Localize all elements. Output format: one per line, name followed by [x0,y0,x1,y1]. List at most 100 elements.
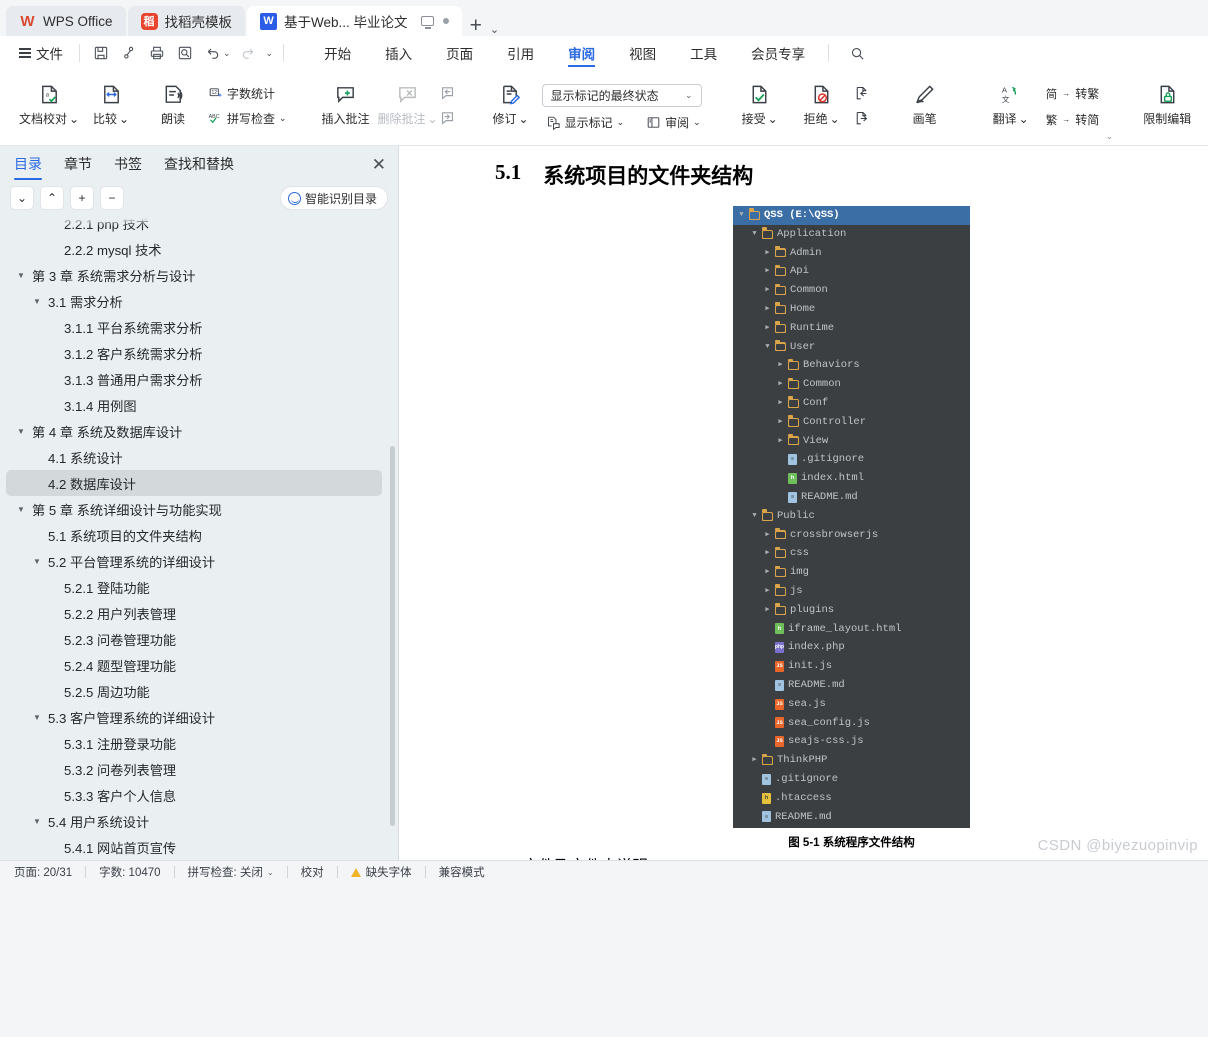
ribbon-tab-member[interactable]: 会员专享 [734,37,822,69]
toc-item[interactable]: ▼3.1.3 普通用户需求分析 [6,366,382,392]
nav-tab-chapters[interactable]: 章节 [64,154,92,180]
dialog-launcher-icon[interactable]: ⌄ [1106,131,1114,142]
toc-item[interactable]: ▼5.2.2 用户列表管理 [6,600,382,626]
toc-item[interactable]: ▼5.3 客户管理系统的详细设计 [6,704,382,730]
customize-qat-icon[interactable]: ⌄ [266,48,274,59]
pen-button[interactable]: 画笔 [894,77,956,127]
smart-recognize-toc-button[interactable]: 智能识别目录 [280,186,388,210]
toc-item-list[interactable]: ▼2.2.1 pnp 技术▼2.2.2 mysql 技术▼第 3 章 系统需求分… [0,218,398,860]
status-page-number[interactable]: 页面: 20/31 [14,864,72,880]
file-tree-row: ▶Controller [733,413,970,432]
toc-item[interactable]: ▼4.1 系统设计 [6,444,382,470]
status-spellcheck[interactable]: 拼写检查: 关闭 [188,864,263,880]
word-count-button[interactable]: 12 字数统计 [204,83,291,104]
collapse-up-button[interactable]: ⌃ [40,186,64,210]
toc-scrollbar-thumb[interactable] [390,446,395,826]
previous-change-icon[interactable] [853,85,870,107]
tab-docer-template[interactable]: 稻 找稻壳模板 [128,6,246,36]
toc-expand-triangle-icon[interactable]: ▼ [30,817,44,826]
toc-item[interactable]: ▼3.1.4 用例图 [6,392,382,418]
tab-wps-office[interactable]: W WPS Office [6,6,126,36]
ribbon-tab-insert[interactable]: 插入 [368,37,429,69]
tab-document-active[interactable]: W 基于Web... 毕业论文 [247,6,462,36]
new-tab-button[interactable]: + [464,15,488,36]
toc-item[interactable]: ▼5.2.1 登陆功能 [6,574,382,600]
file-menu-button[interactable]: 文件 [10,43,72,63]
translate-button[interactable]: A文 翻译⌄ [980,77,1042,127]
accept-change-button[interactable]: 接受⌄ [729,77,791,127]
toc-expand-triangle-icon[interactable]: ▼ [14,505,28,514]
reviewing-pane-button[interactable]: 审阅 ⌄ [642,112,705,133]
previous-comment-icon[interactable] [439,85,456,107]
ribbon-tab-start[interactable]: 开始 [307,37,368,69]
toc-item[interactable]: ▼第 4 章 系统及数据库设计 [6,418,382,444]
increase-level-button[interactable]: + [70,186,94,210]
track-changes-button[interactable]: 修订⌄ [480,77,542,127]
print-icon[interactable] [143,41,171,65]
traditional-to-simplified-button[interactable]: 繁 → 转简 [1042,109,1104,130]
nav-tab-contents[interactable]: 目录 [14,154,42,180]
toc-item[interactable]: ▼5.3.3 客户个人信息 [6,782,382,808]
toc-expand-triangle-icon[interactable]: ▼ [14,427,28,436]
toc-item[interactable]: ▼3.1.1 平台系统需求分析 [6,314,382,340]
redo-icon[interactable] [234,41,262,65]
ribbon-tab-review[interactable]: 审阅 [551,37,612,69]
toc-indent-spacer: ▼ [46,401,60,410]
markup-display-select[interactable]: 显示标记的最终状态 ⌄ [542,84,702,107]
toc-item[interactable]: ▼5.2.3 问卷管理功能 [6,626,382,652]
save-icon[interactable] [87,41,115,65]
simplified-to-traditional-button[interactable]: 简 → 转繁 [1042,83,1104,104]
decrease-level-button[interactable]: − [100,186,124,210]
ribbon-tab-tools[interactable]: 工具 [673,37,734,69]
document-canvas[interactable]: 5.1 系统项目的文件夹结构 ▼QSS (E:\QSS)▼Application… [398,146,1208,860]
ribbon-tab-page[interactable]: 页面 [429,37,490,69]
toc-item[interactable]: ▼2.2.2 mysql 技术 [6,236,382,262]
toc-item[interactable]: ▼3.1 需求分析 [6,288,382,314]
present-mode-icon[interactable] [421,16,434,26]
toc-expand-triangle-icon[interactable]: ▼ [30,297,44,306]
toc-item[interactable]: ▼5.4.1 网站首页宣传 [6,834,382,860]
restrict-editing-button[interactable]: 限制编辑 [1133,77,1201,127]
compare-button[interactable]: 比较⌄ [80,77,142,127]
print-preview-icon[interactable] [171,41,199,65]
toc-item[interactable]: ▼4.2 数据库设计 [6,470,382,496]
toc-expand-triangle-icon[interactable]: ▼ [30,713,44,722]
status-word-count[interactable]: 字数: 10470 [99,864,160,880]
next-change-icon[interactable] [853,110,870,132]
status-missing-font[interactable]: 缺失字体 [366,864,412,880]
share-icon[interactable] [115,41,143,65]
undo-caret-icon[interactable]: ⌄ [223,48,231,59]
toc-item[interactable]: ▼5.1 系统项目的文件夹结构 [6,522,382,548]
insert-comment-button[interactable]: 插入批注 [315,77,377,127]
toc-item[interactable]: ▼5.2 平台管理系统的详细设计 [6,548,382,574]
document-permission-button[interactable]: 文档权限 [1201,77,1208,127]
nav-tab-bookmarks[interactable]: 书签 [114,154,142,180]
toc-expand-triangle-icon[interactable]: ▼ [14,271,28,280]
ribbon-tab-view[interactable]: 视图 [612,37,673,69]
toc-item[interactable]: ▼5.3.1 注册登录功能 [6,730,382,756]
status-proofread[interactable]: 校对 [301,864,324,880]
toc-expand-triangle-icon[interactable]: ▼ [30,557,44,566]
search-icon[interactable] [850,46,865,61]
show-markup-button[interactable]: 显示标记 ⌄ [542,112,629,133]
expand-down-button[interactable]: ⌄ [10,186,34,210]
next-comment-icon[interactable] [439,110,456,132]
read-aloud-button[interactable]: 朗读 [142,77,204,127]
toc-item[interactable]: ▼5.4 用户系统设计 [6,808,382,834]
toc-item[interactable]: ▼5.2.4 题型管理功能 [6,652,382,678]
toc-item[interactable]: ▼3.1.2 客户系统需求分析 [6,340,382,366]
tab-list-chevron-icon[interactable]: ⌄ [490,23,503,36]
toc-item[interactable]: ▼5.2.5 周边功能 [6,678,382,704]
toc-item[interactable]: ▼第 5 章 系统详细设计与功能实现 [6,496,382,522]
toc-item[interactable]: ▼5.3.2 问卷列表管理 [6,756,382,782]
toc-item[interactable]: ▼第 3 章 系统需求分析与设计 [6,262,382,288]
reject-change-button[interactable]: 拒绝⌄ [791,77,853,127]
accept-change-icon [748,81,771,107]
spellcheck-caret-icon[interactable]: ⌄ [267,868,274,877]
spell-check-button[interactable]: ABC 拼写检查 ⌄ [204,108,291,129]
document-proofread-button[interactable]: a 文档校对⌄ [18,77,80,127]
nav-tab-find-replace[interactable]: 查找和替换 [164,154,234,180]
tab-close-dot-icon[interactable] [443,18,449,24]
ribbon-tab-reference[interactable]: 引用 [490,37,551,69]
close-icon[interactable]: ✕ [372,156,386,179]
